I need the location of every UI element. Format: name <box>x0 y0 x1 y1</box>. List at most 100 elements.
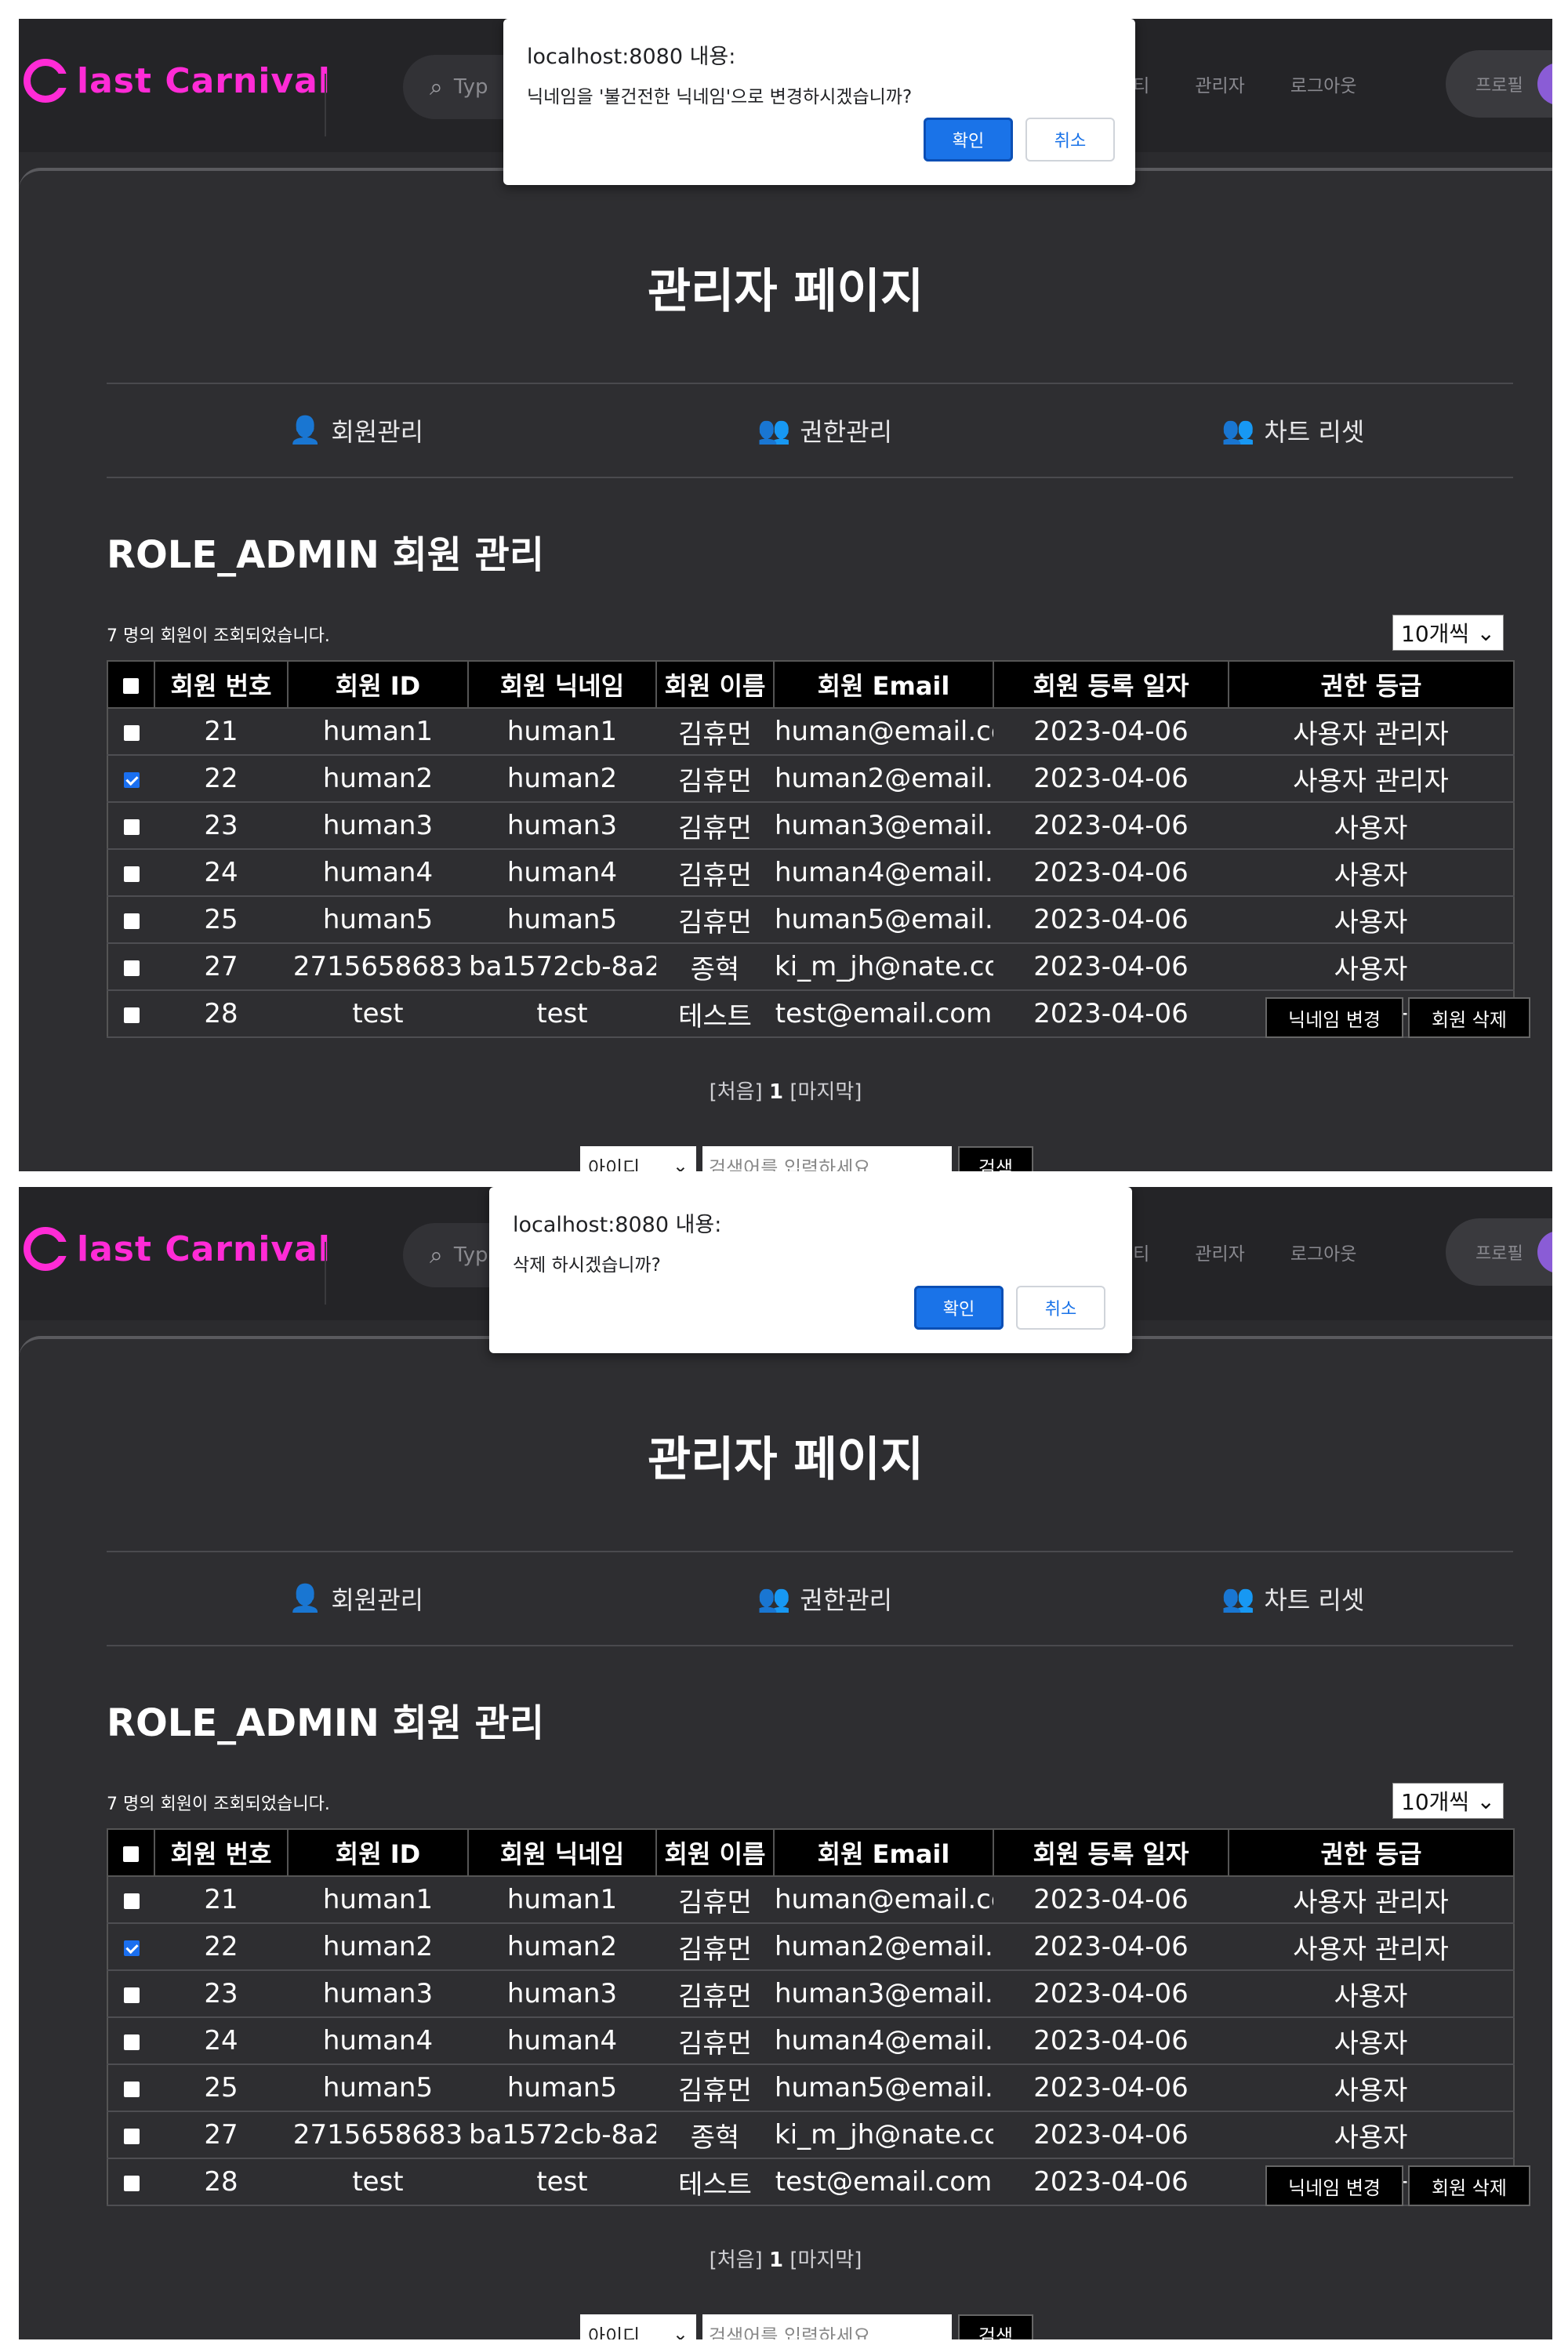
page-size-select[interactable]: 10개씩 ⌄ <box>1392 1783 1504 1819</box>
brand-logo[interactable]: last Carnival <box>24 1221 331 1276</box>
cell-date: 2023-04-06 <box>993 754 1229 803</box>
cell-nick: human3 <box>468 1969 656 2018</box>
profile-button[interactable]: 프로필 <box>1446 50 1552 118</box>
cell-email: ki_m_jh@nate.com <box>774 942 993 991</box>
dialog-ok-button[interactable]: 확인 <box>924 118 1013 162</box>
column-header: 권한 등급 <box>1228 660 1515 709</box>
section-title: ROLE_ADMIN 회원 관리 <box>107 533 544 577</box>
tab-permission-management[interactable]: 👥 권한관리 <box>757 1552 892 1645</box>
pager-last[interactable]: [마지막] <box>789 2249 862 2272</box>
column-header: 회원 닉네임 <box>467 1828 657 1877</box>
pager-last[interactable]: [마지막] <box>789 1080 862 1104</box>
table-row: 25human5human5김휴먼human5@email.com2023-04… <box>107 895 1515 944</box>
cell-name: 김휴먼 <box>656 895 774 944</box>
pager-current[interactable]: 1 <box>769 1080 783 1104</box>
cell-nick: human5 <box>468 2063 656 2112</box>
cell-no: 21 <box>154 1875 288 1924</box>
cell-email: test@email.com <box>774 989 993 1038</box>
tab-member-management[interactable]: 👤 회원관리 <box>289 1552 423 1645</box>
cell-name: 종혁 <box>656 942 774 991</box>
tab-chart-reset[interactable]: 👥 차트 리셋 <box>1221 1552 1364 1645</box>
row-checkbox[interactable] <box>107 2063 154 2112</box>
delete-member-button[interactable]: 회원 삭제 <box>1408 2165 1530 2206</box>
cell-date: 2023-04-06 <box>993 1969 1229 2018</box>
search-button[interactable]: 검색 <box>958 1146 1033 1171</box>
cell-role: 사용자 <box>1229 942 1515 991</box>
row-checkbox[interactable] <box>107 1875 154 1924</box>
row-checkbox[interactable] <box>107 989 154 1038</box>
nav-link-logout[interactable]: 로그아웃 <box>1290 71 1357 97</box>
pager-current[interactable]: 1 <box>769 2249 783 2272</box>
chevron-down-icon: ⌄ <box>1476 619 1495 646</box>
nav-links: 니티 관리자 로그아웃 <box>1116 1239 1356 1265</box>
member-rows: 21human1human1김휴먼human@email.com2023-04-… <box>107 707 1515 1038</box>
tab-permission-management[interactable]: 👥 권한관리 <box>757 384 892 477</box>
row-checkbox[interactable] <box>107 801 154 850</box>
nav-link-admin[interactable]: 관리자 <box>1195 1239 1244 1265</box>
profile-button[interactable]: 프로필 <box>1446 1218 1552 1286</box>
cell-role: 사용자 <box>1229 801 1515 850</box>
column-header: 회원 Email <box>773 1828 994 1877</box>
cell-date: 2023-04-06 <box>993 942 1229 991</box>
cell-id: human4 <box>288 2016 468 2065</box>
select-all-checkbox[interactable] <box>107 660 155 709</box>
search-field-select[interactable]: 아이디 ⌄ <box>580 1146 696 1171</box>
tab-member-management[interactable]: 👤 회원관리 <box>289 384 423 477</box>
cell-id: human1 <box>288 1875 468 1924</box>
chevron-down-icon: ⌄ <box>672 2323 688 2339</box>
cell-role: 사용자 <box>1229 895 1515 944</box>
member-rows: 21human1human1김휴먼human@email.com2023-04-… <box>107 1875 1515 2206</box>
column-header: 회원 이름 <box>655 660 775 709</box>
member-table: 회원 번호 회원 ID 회원 닉네임 회원 이름 회원 Email 회원 등록 … <box>107 1828 1515 2206</box>
cell-email: ki_m_jh@nate.com <box>774 2111 993 2159</box>
row-checkbox[interactable] <box>107 2016 154 2065</box>
admin-card: 관리자 페이지 👤 회원관리 👥 권한관리 👥 차트 리셋 ROLE_ADMIN… <box>19 168 1552 1171</box>
column-header: 회원 등록 일자 <box>993 660 1229 709</box>
cell-name: 종혁 <box>656 2111 774 2159</box>
cell-id: 2715658683 <box>288 2111 468 2159</box>
users-icon: 👥 <box>757 415 791 446</box>
row-checkbox[interactable] <box>107 1969 154 2018</box>
dialog-message: 닉네임을 '불건전한 닉네임'으로 변경하시겠습니까? <box>527 87 913 107</box>
user-icon: 👤 <box>289 1583 322 1614</box>
cell-no: 23 <box>154 801 288 850</box>
cell-email: human4@email.com <box>774 848 993 897</box>
search-button[interactable]: 검색 <box>958 2314 1033 2339</box>
row-checkbox[interactable] <box>107 942 154 991</box>
page-title: 관리자 페이지 <box>647 1432 924 1487</box>
admin-card: 관리자 페이지 👤 회원관리 👥 권한관리 👥 차트 리셋 ROLE_ADMIN… <box>19 1336 1552 2339</box>
user-icon: 👤 <box>289 415 322 446</box>
pager-first[interactable]: [처음] <box>710 2249 763 2272</box>
search-input[interactable]: 검색어를 입력하세요. <box>702 1146 952 1171</box>
nav-link-logout[interactable]: 로그아웃 <box>1290 1239 1357 1265</box>
row-checkbox[interactable] <box>107 1922 154 1971</box>
search-input[interactable]: 검색어를 입력하세요. <box>702 2314 952 2339</box>
search-field-select[interactable]: 아이디 ⌄ <box>580 2314 696 2339</box>
change-nickname-button[interactable]: 닉네임 변경 <box>1265 997 1403 1038</box>
nav-link-admin[interactable]: 관리자 <box>1195 71 1244 97</box>
dialog-cancel-button[interactable]: 취소 <box>1025 118 1115 162</box>
delete-member-button[interactable]: 회원 삭제 <box>1408 997 1530 1038</box>
column-header: 회원 등록 일자 <box>993 1828 1229 1877</box>
cell-date: 2023-04-06 <box>993 1875 1229 1924</box>
page-size-select[interactable]: 10개씩 ⌄ <box>1392 615 1504 651</box>
row-checkbox[interactable] <box>107 754 154 803</box>
tab-chart-reset[interactable]: 👥 차트 리셋 <box>1221 384 1364 477</box>
cell-email: human@email.com <box>774 707 993 756</box>
select-all-checkbox[interactable] <box>107 1828 155 1877</box>
table-header-row: 회원 번호 회원 ID 회원 닉네임 회원 이름 회원 Email 회원 등록 … <box>107 660 1515 709</box>
dialog-cancel-button[interactable]: 취소 <box>1016 1286 1105 1330</box>
pager-first[interactable]: [처음] <box>710 1080 763 1104</box>
row-checkbox[interactable] <box>107 2158 154 2206</box>
row-checkbox[interactable] <box>107 895 154 944</box>
change-nickname-button[interactable]: 닉네임 변경 <box>1265 2165 1403 2206</box>
dialog-ok-button[interactable]: 확인 <box>914 1286 1004 1330</box>
admin-tabs: 👤 회원관리 👥 권한관리 👥 차트 리셋 <box>107 1551 1513 1646</box>
logo-text: last Carnival <box>77 60 331 101</box>
row-checkbox[interactable] <box>107 848 154 897</box>
row-checkbox[interactable] <box>107 2111 154 2159</box>
cell-no: 22 <box>154 1922 288 1971</box>
row-checkbox[interactable] <box>107 707 154 756</box>
brand-logo[interactable]: last Carnival <box>24 53 331 108</box>
cell-nick: human1 <box>468 1875 656 1924</box>
